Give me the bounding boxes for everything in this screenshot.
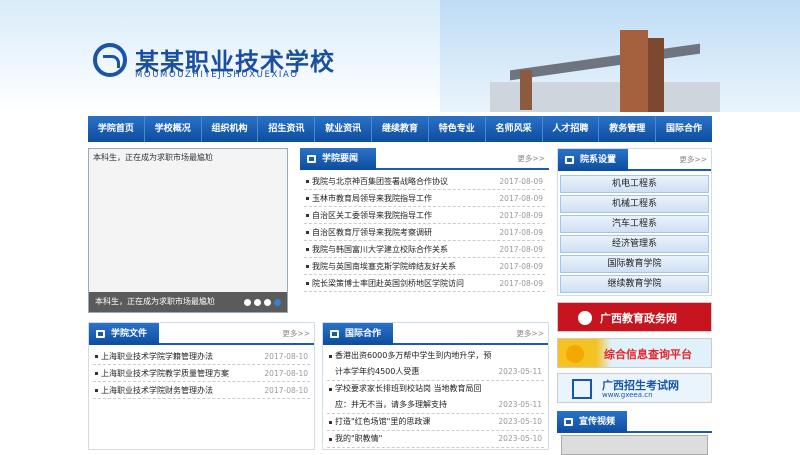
department-item[interactable]: 继续教育学院 bbox=[560, 275, 709, 293]
docs-icon bbox=[96, 330, 105, 338]
banner-label: 综合信息查询平台 bbox=[604, 348, 692, 361]
news-list: 我院与北京神百集团签署战略合作协议 2017-08-09 玉林市教育局领导来我院指… bbox=[300, 173, 549, 292]
list-item[interactable]: 玉林市教育局领导来我院指导工作 2017-08-09 bbox=[304, 190, 545, 207]
school-logo-icon bbox=[93, 43, 127, 77]
list-item[interactable]: 上海职业技术学院财务管理办法 2017-08-10 bbox=[93, 382, 310, 399]
docs-panel: 学院文件 更多>> 上海职业技术学院学籍管理办法 2017-08-10 上海职业技… bbox=[88, 322, 315, 450]
banner-label: 广西教育政务网 bbox=[600, 312, 677, 325]
departments-more-link[interactable]: 更多>> bbox=[679, 154, 707, 165]
news-tab: 学院要闻 bbox=[300, 148, 376, 170]
department-item[interactable]: 机械工程系 bbox=[560, 195, 709, 213]
department-item[interactable]: 机电工程系 bbox=[560, 175, 709, 193]
intl-list: 香港出资6000多万帮中学生到内地升学，预计本学年约4500人受惠 2023-05… bbox=[323, 348, 548, 448]
banner-gxeea[interactable]: 广西招生考试网 www.gxeea.cn bbox=[557, 373, 712, 403]
intl-tab: 国际合作 bbox=[323, 323, 393, 345]
departments-tab: 院系设置 bbox=[558, 149, 628, 171]
list-item[interactable]: 上海职业技术学院学籍管理办法 2017-08-10 bbox=[93, 348, 310, 365]
departments-title: 院系设置 bbox=[580, 155, 617, 165]
intl-panel: 国际合作 更多>> 香港出资6000多万帮中学生到内地升学，预计本学年约4500… bbox=[322, 322, 549, 450]
nav-item[interactable]: 学院首页 bbox=[88, 116, 145, 142]
news-title: 学院要闻 bbox=[322, 154, 359, 164]
list-item[interactable]: 我院与英国南埃塞克斯学院缔结友好关系 2017-08-09 bbox=[304, 258, 545, 275]
emblem-icon bbox=[578, 311, 592, 325]
banner-gxedu[interactable]: 广西教育政务网 bbox=[557, 302, 712, 332]
slideshow[interactable]: 本科生，正在成为求职市场最尴尬 本科生，正在成为求职市场最尴尬 bbox=[88, 148, 288, 313]
list-item[interactable]: 打造"红色场馆"里的思政课 2023-05-10 bbox=[327, 414, 544, 431]
banner-url: www.gxeea.cn bbox=[602, 391, 653, 399]
nav-item[interactable]: 学校概况 bbox=[145, 116, 202, 142]
exam-logo-icon bbox=[572, 379, 592, 399]
video-tab: 宣传视频 bbox=[557, 411, 627, 433]
nav-item[interactable]: 人才招聘 bbox=[543, 116, 600, 142]
list-item[interactable]: 自治区关工委领导来我院指导工作 2017-08-09 bbox=[304, 207, 545, 224]
video-player[interactable] bbox=[561, 435, 708, 455]
list-item[interactable]: 我的"职教情" 2023-05-10 bbox=[327, 431, 544, 448]
departments-panel: 院系设置 更多>> 机电工程系 机械工程系 汽车工程系 经济管理系 国际教育学院… bbox=[557, 148, 712, 296]
department-item[interactable]: 国际教育学院 bbox=[560, 255, 709, 273]
site-subtitle: MOUMOUZHIYEJISHUXUEXIAO bbox=[135, 70, 299, 80]
slide-alt-text: 本科生，正在成为求职市场最尴尬 bbox=[93, 153, 213, 162]
sunflower-icon bbox=[566, 345, 584, 363]
video-icon bbox=[564, 418, 573, 426]
list-item[interactable]: 上海职业技术学院教学质量管理方案 2017-08-10 bbox=[93, 365, 310, 382]
video-title: 宣传视频 bbox=[579, 417, 616, 427]
departments-list: 机电工程系 机械工程系 汽车工程系 经济管理系 国际教育学院 继续教育学院 bbox=[558, 171, 711, 297]
docs-more-link[interactable]: 更多>> bbox=[282, 328, 310, 339]
list-item[interactable]: 我院与韩国富川大学建立校际合作关系 2017-08-09 bbox=[304, 241, 545, 258]
news-panel: 学院要闻 更多>> 我院与北京神百集团签署战略合作协议 2017-08-09 玉林… bbox=[300, 148, 549, 313]
news-more-link[interactable]: 更多>> bbox=[517, 153, 545, 164]
list-item[interactable]: 香港出资6000多万帮中学生到内地升学，预计本学年约4500人受惠 2023-05… bbox=[327, 348, 544, 381]
intl-more-link[interactable]: 更多>> bbox=[516, 328, 544, 339]
list-item[interactable]: 我院与北京神百集团签署战略合作协议 2017-08-09 bbox=[304, 173, 545, 190]
docs-list: 上海职业技术学院学籍管理办法 2017-08-10 上海职业技术学院教学质量管理方… bbox=[89, 348, 314, 399]
video-panel: 宣传视频 bbox=[557, 411, 712, 455]
nav-item[interactable]: 就业资讯 bbox=[315, 116, 373, 142]
nav-item[interactable]: 特色专业 bbox=[429, 116, 486, 142]
slide-dot[interactable] bbox=[244, 299, 251, 306]
intl-title: 国际合作 bbox=[345, 329, 382, 339]
header: 某某职业技术学校 MOUMOUZHIYEJISHUXUEXIAO bbox=[0, 0, 800, 112]
campus-gate-image bbox=[490, 22, 720, 112]
list-item[interactable]: 学校要求家长排班到校站岗 当地教育局回应：并无不当，请多多理解支持 2023-05… bbox=[327, 381, 544, 414]
nav-item[interactable]: 名师风采 bbox=[486, 116, 543, 142]
docs-title: 学院文件 bbox=[111, 329, 148, 339]
docs-tab: 学院文件 bbox=[89, 323, 159, 345]
news-icon bbox=[307, 155, 316, 163]
slide-dots bbox=[244, 299, 281, 306]
nav-item[interactable]: 组织机构 bbox=[202, 116, 259, 142]
nav-item[interactable]: 国际合作 bbox=[656, 116, 712, 142]
department-item[interactable]: 经济管理系 bbox=[560, 235, 709, 253]
main-nav: 学院首页 学校概况 组织机构 招生资讯 就业资讯 继续教育 特色专业 名师风采 … bbox=[88, 116, 712, 142]
banner-info-query[interactable]: 综合信息查询平台 bbox=[557, 338, 712, 368]
departments-icon bbox=[565, 156, 574, 164]
nav-item[interactable]: 招生资讯 bbox=[258, 116, 316, 142]
slide-dot-active[interactable] bbox=[274, 299, 281, 306]
department-item[interactable]: 汽车工程系 bbox=[560, 215, 709, 233]
slide-dot[interactable] bbox=[254, 299, 261, 306]
list-item[interactable]: 自治区教育厅领导来我院考察调研 2017-08-09 bbox=[304, 224, 545, 241]
nav-item[interactable]: 教务管理 bbox=[599, 116, 657, 142]
nav-item[interactable]: 继续教育 bbox=[372, 116, 429, 142]
intl-icon bbox=[330, 330, 339, 338]
list-item[interactable]: 院长梁策博士率团赴英国剑桥地区学院访问 2017-08-09 bbox=[304, 275, 545, 292]
slide-dot[interactable] bbox=[264, 299, 271, 306]
